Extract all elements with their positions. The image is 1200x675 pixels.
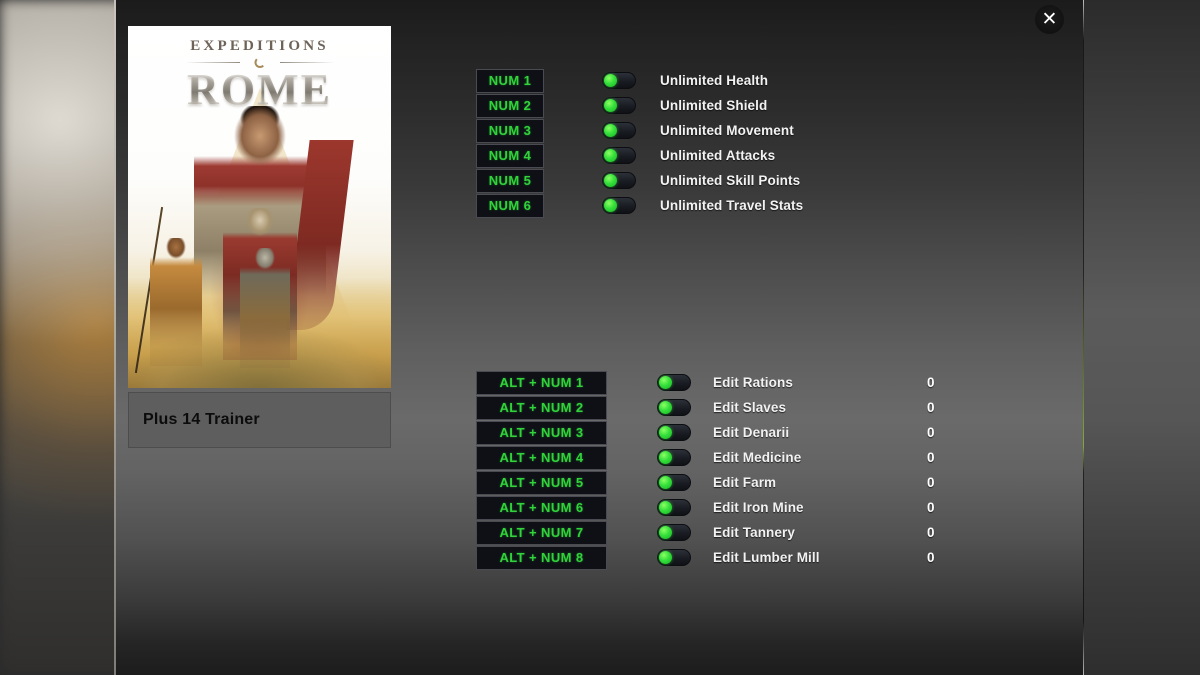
laurel-ornament-icon — [254, 57, 265, 68]
cheat-options-group: NUM 1 Unlimited Health NUM 2 Unlimited Shie… — [476, 68, 803, 218]
option-label: Edit Farm — [713, 475, 777, 490]
hotkey-button[interactable]: NUM 5 — [476, 168, 544, 193]
option-value[interactable]: 0 — [927, 550, 935, 565]
option-toggle[interactable] — [657, 374, 691, 391]
option-label: Edit Medicine — [713, 450, 802, 465]
option-row: ALT + NUM 8 Edit Lumber Mill 0 — [476, 545, 935, 570]
option-row: NUM 3 Unlimited Movement — [476, 118, 803, 143]
option-value[interactable]: 0 — [927, 500, 935, 515]
hotkey-button[interactable]: NUM 3 — [476, 118, 544, 143]
option-row: NUM 2 Unlimited Shield — [476, 93, 803, 118]
cover-soldier-figure — [240, 248, 290, 368]
option-toggle[interactable] — [657, 474, 691, 491]
editor-options-group: ALT + NUM 1 Edit Rations 0 ALT + NUM 2 Edit … — [476, 370, 935, 570]
option-value[interactable]: 0 — [927, 400, 935, 415]
option-value[interactable]: 0 — [927, 450, 935, 465]
option-label: Edit Slaves — [713, 400, 787, 415]
backdrop-right-panel — [1083, 0, 1200, 675]
cover-title-ornament — [184, 57, 335, 68]
hotkey-button[interactable]: NUM 2 — [476, 93, 544, 118]
toggle-knob-icon — [659, 451, 672, 464]
toggle-knob-icon — [604, 74, 617, 87]
toggle-knob-icon — [604, 174, 617, 187]
option-toggle[interactable] — [602, 172, 636, 189]
option-label: Edit Iron Mine — [713, 500, 804, 515]
trainer-version-label: Plus 14 Trainer — [143, 411, 260, 428]
option-label: Unlimited Health — [660, 73, 769, 88]
hotkey-button[interactable]: ALT + NUM 6 — [476, 495, 607, 520]
option-toggle[interactable] — [657, 399, 691, 416]
toggle-knob-icon — [659, 476, 672, 489]
toggle-knob-icon — [604, 199, 617, 212]
option-label: Edit Tannery — [713, 525, 795, 540]
option-toggle[interactable] — [657, 424, 691, 441]
toggle-knob-icon — [659, 551, 672, 564]
hotkey-button[interactable]: NUM 4 — [476, 143, 544, 168]
option-label: Unlimited Travel Stats — [660, 198, 804, 213]
option-label: Edit Lumber Mill — [713, 550, 820, 565]
option-row: NUM 5 Unlimited Skill Points — [476, 168, 803, 193]
option-toggle[interactable] — [602, 122, 636, 139]
cover-column: EXPEDITIONS ROME Plus 14 Trainer — [128, 26, 391, 448]
option-value[interactable]: 0 — [927, 525, 935, 540]
toggle-knob-icon — [604, 149, 617, 162]
hotkey-button[interactable]: ALT + NUM 3 — [476, 420, 607, 445]
option-label: Edit Rations — [713, 375, 793, 390]
option-value[interactable]: 0 — [927, 375, 935, 390]
option-row: ALT + NUM 2 Edit Slaves 0 — [476, 395, 935, 420]
option-row: NUM 6 Unlimited Travel Stats — [476, 193, 803, 218]
cover-priestess-figure — [286, 274, 330, 374]
option-label: Edit Denarii — [713, 425, 790, 440]
option-toggle[interactable] — [657, 549, 691, 566]
option-value[interactable]: 0 — [927, 425, 935, 440]
toggle-knob-icon — [659, 501, 672, 514]
option-toggle[interactable] — [602, 72, 636, 89]
hotkey-button[interactable]: ALT + NUM 7 — [476, 520, 607, 545]
toggle-knob-icon — [659, 376, 672, 389]
option-label: Unlimited Attacks — [660, 148, 776, 163]
hotkey-button[interactable]: NUM 6 — [476, 193, 544, 218]
toggle-knob-icon — [604, 124, 617, 137]
option-toggle[interactable] — [602, 97, 636, 114]
hotkey-button[interactable]: NUM 1 — [476, 68, 544, 93]
option-label: Unlimited Shield — [660, 98, 768, 113]
hotkey-button[interactable]: ALT + NUM 4 — [476, 445, 607, 470]
cover-title-rome: ROME — [128, 67, 391, 113]
option-toggle[interactable] — [602, 147, 636, 164]
toggle-knob-icon — [604, 99, 617, 112]
option-toggle[interactable] — [602, 197, 636, 214]
cover-title-expeditions: EXPEDITIONS — [190, 38, 329, 54]
hotkey-button[interactable]: ALT + NUM 1 — [476, 370, 607, 395]
trainer-version-bar: Plus 14 Trainer — [128, 392, 391, 448]
hotkey-button[interactable]: ALT + NUM 2 — [476, 395, 607, 420]
close-icon: ✕ — [1041, 8, 1058, 30]
close-button[interactable]: ✕ — [1035, 5, 1064, 34]
option-toggle[interactable] — [657, 449, 691, 466]
option-row: ALT + NUM 5 Edit Farm 0 — [476, 470, 935, 495]
option-label: Unlimited Skill Points — [660, 173, 801, 188]
option-value[interactable]: 0 — [927, 475, 935, 490]
hotkey-button[interactable]: ALT + NUM 8 — [476, 545, 607, 570]
cover-title-block: EXPEDITIONS ROME — [128, 38, 391, 113]
toggle-knob-icon — [659, 401, 672, 414]
option-row: ALT + NUM 3 Edit Denarii 0 — [476, 420, 935, 445]
option-row: NUM 1 Unlimited Health — [476, 68, 803, 93]
option-label: Unlimited Movement — [660, 123, 794, 138]
game-cover-art: EXPEDITIONS ROME — [128, 26, 391, 388]
option-row: ALT + NUM 4 Edit Medicine 0 — [476, 445, 935, 470]
toggle-knob-icon — [659, 426, 672, 439]
hotkey-button[interactable]: ALT + NUM 5 — [476, 470, 607, 495]
option-row: ALT + NUM 1 Edit Rations 0 — [476, 370, 935, 395]
option-row: NUM 4 Unlimited Attacks — [476, 143, 803, 168]
option-toggle[interactable] — [657, 524, 691, 541]
cover-barbarian-figure — [150, 238, 202, 366]
option-row: ALT + NUM 7 Edit Tannery 0 — [476, 520, 935, 545]
toggle-knob-icon — [659, 526, 672, 539]
option-toggle[interactable] — [657, 499, 691, 516]
trainer-window: ✕ EXPEDITIONS ROME Plus 14 Trainer NUM 1… — [116, 0, 1083, 675]
option-row: ALT + NUM 6 Edit Iron Mine 0 — [476, 495, 935, 520]
